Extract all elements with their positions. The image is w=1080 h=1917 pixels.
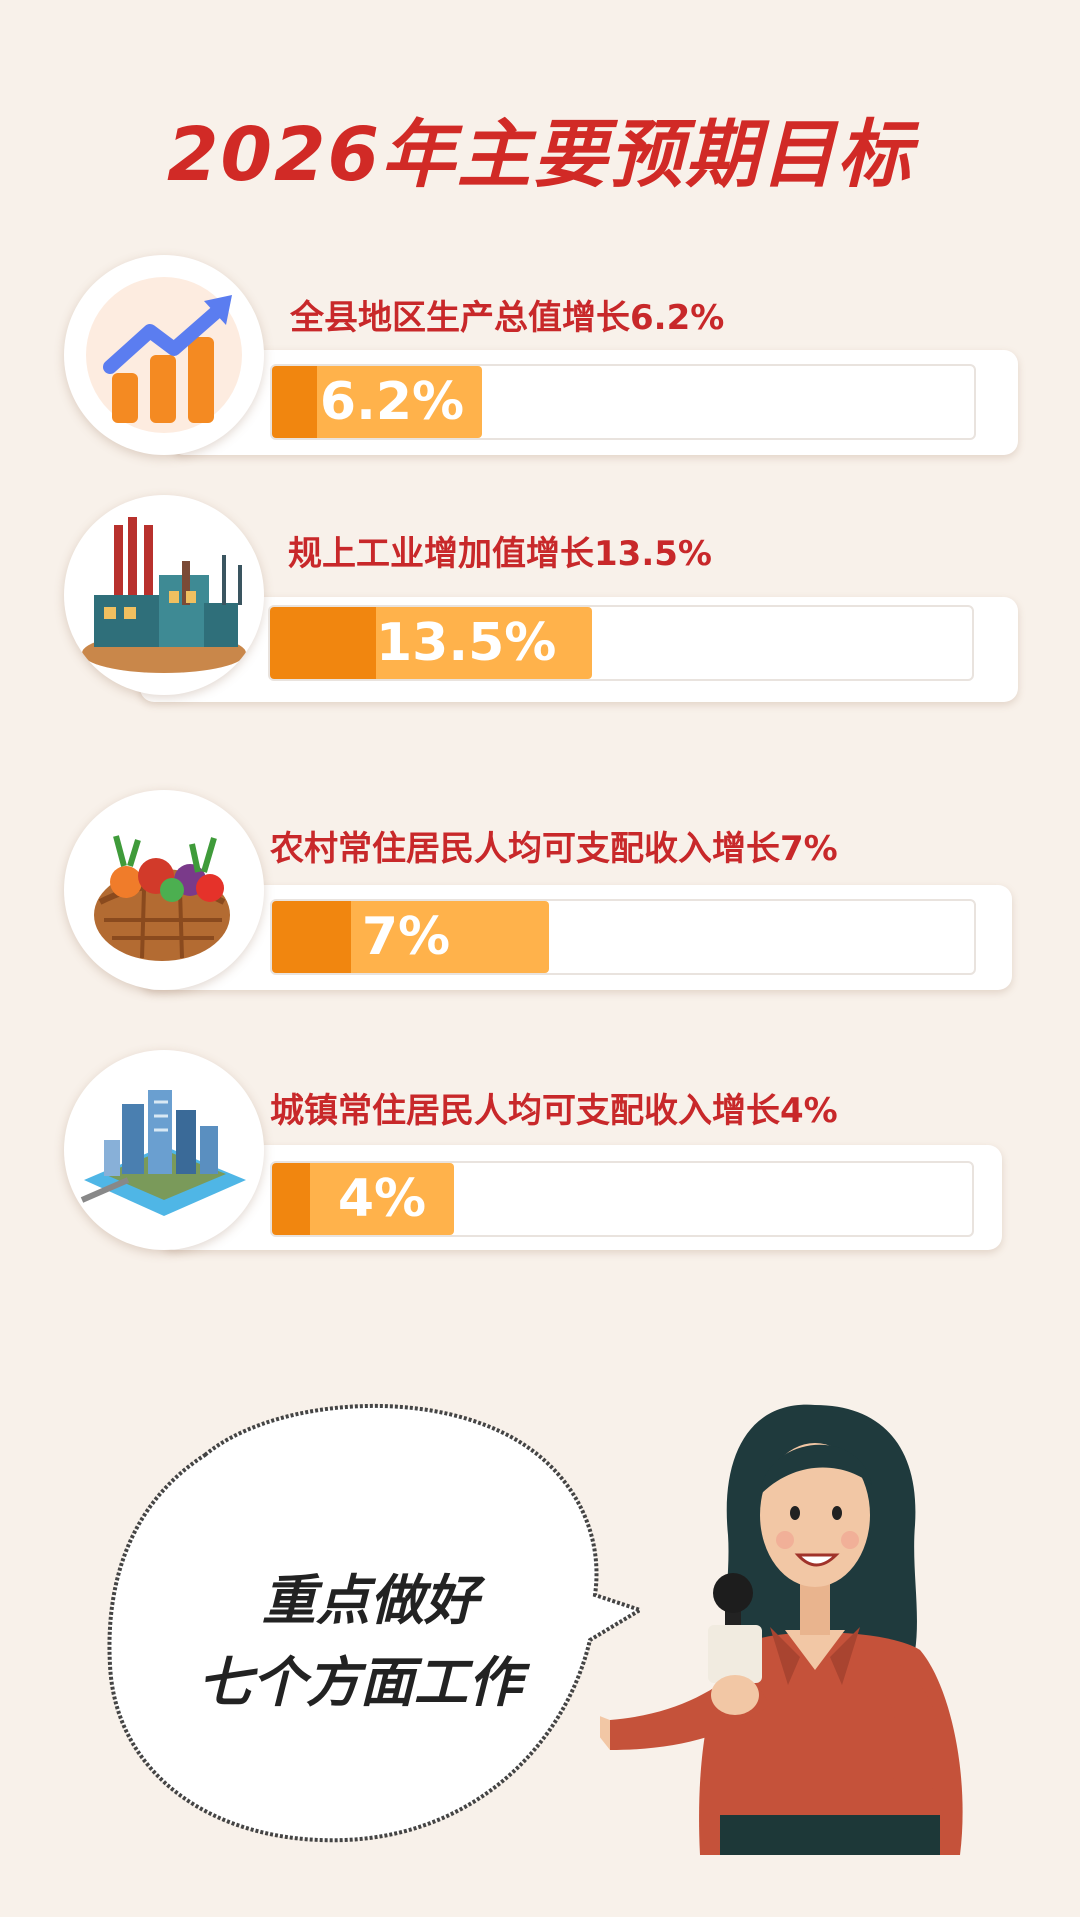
- bubble-line-1: 重点做好: [262, 1569, 478, 1632]
- page-title: 2026年主要预期目标: [167, 112, 913, 198]
- progress-bar: 6.2%: [270, 364, 976, 440]
- growth-chart-icon: [64, 255, 264, 455]
- goal-label: 农村常住居民人均可支配收入增长7%: [270, 829, 838, 869]
- goal-label: 全县地区生产总值增长6.2%: [290, 298, 725, 338]
- reporter-illustration: [600, 1404, 963, 1855]
- goal-label: 规上工业增加值增长13.5%: [288, 534, 712, 574]
- vegetable-basket-icon: [64, 790, 264, 990]
- progress-fill: [270, 607, 385, 679]
- progress-value: 6.2%: [319, 372, 465, 432]
- bubble-line-2: 七个方面工作: [198, 1651, 522, 1714]
- goal-label: 城镇常住居民人均可支配收入增长4%: [270, 1091, 838, 1131]
- progress-value: 13.5%: [376, 613, 557, 673]
- progress-bar: 7%: [270, 899, 976, 975]
- progress-value: 7%: [361, 907, 451, 967]
- progress-bar: 13.5%: [268, 605, 974, 681]
- progress-bar: 4%: [270, 1161, 974, 1237]
- city-icon: [64, 1050, 264, 1250]
- progress-value: 4%: [337, 1169, 427, 1229]
- factory-icon: [64, 495, 264, 695]
- progress-fill: [272, 901, 362, 973]
